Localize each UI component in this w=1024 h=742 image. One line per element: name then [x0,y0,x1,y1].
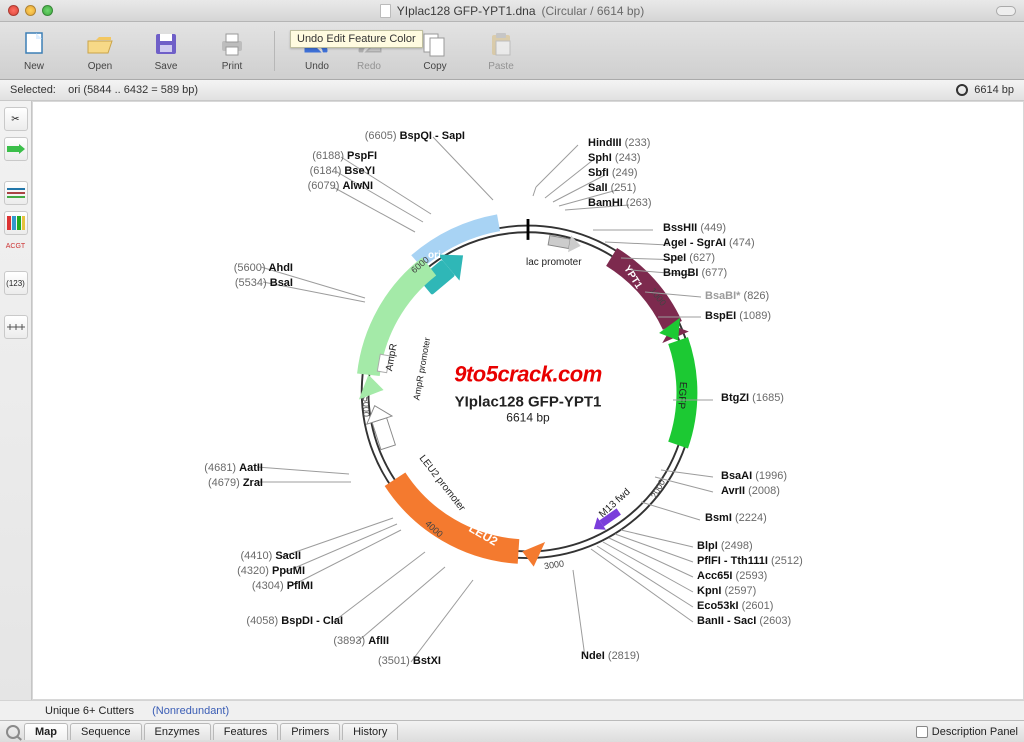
tool-numbering[interactable]: (123) [4,271,28,295]
open-button[interactable]: Open [76,29,124,72]
enzyme-label: PflFI - Tth111I (2512) [697,555,803,567]
enzyme-label: (4320) PpuMI [237,565,305,577]
enzyme-label: (4058) BspDI - ClaI [246,615,343,627]
enzyme-label: (5534) BsaI [235,277,293,289]
view-tabs: Map Sequence Enzymes Features Primers Hi… [24,723,398,740]
tab-map[interactable]: Map [24,723,68,740]
tick-3000: 3000 [543,558,564,571]
enzyme-label: (6079) AlwNI [308,180,373,192]
bottom-bar: Map Sequence Enzymes Features Primers Hi… [0,720,1024,742]
map-canvas[interactable]: 9to5crack.com YIplac128 GFP-YPT1 6614 bp… [32,101,1024,700]
enzyme-label: (6605) BspQI - SapI [365,130,465,142]
enzyme-label: BamHI (263) [588,197,652,209]
enzyme-label: BsaAI (1996) [721,470,787,482]
window-title-meta: (Circular / 6614 bp) [542,4,645,18]
enzyme-label: SpeI (627) [663,252,715,264]
enzyme-label: SphI (243) [588,152,641,164]
save-button[interactable]: Save [142,29,190,72]
overlay-watermark: 9to5crack.com [398,361,658,387]
enzyme-label: SbfI (249) [588,167,638,179]
enzyme-label: Eco53kI (2601) [697,600,773,612]
toolbar-divider [274,31,275,71]
document-icon [380,4,391,18]
new-button[interactable]: New [10,29,58,72]
enzyme-label: BsmI (2224) [705,512,767,524]
tick-5000: 5000 [361,396,371,416]
tool-acgt-label: ACGT [4,241,28,251]
enzyme-label: BmgBI (677) [663,267,727,279]
tool-arrow[interactable] [4,137,28,161]
plasmid-name-label: YIplac128 GFP-YPT1 [398,393,658,410]
description-panel-label: Description Panel [932,726,1018,738]
search-icon[interactable] [6,725,20,739]
tab-enzymes[interactable]: Enzymes [144,723,211,740]
tab-features[interactable]: Features [213,723,278,740]
window-title-file: YIplac128 GFP-YPT1.dna [397,4,536,18]
selection-label: Selected: [10,84,56,96]
enzyme-label: KpnI (2597) [697,585,756,597]
enzyme-label: AvrII (2008) [721,485,780,497]
enzyme-label: (4679) ZraI [208,477,263,489]
enzyme-label: BssHII (449) [663,222,726,234]
scissors-icon: ✂︎ [11,114,19,125]
titlebar: YIplac128 GFP-YPT1.dna (Circular / 6614 … [0,0,1024,22]
cutter-link[interactable]: (Nonredundant) [152,705,229,717]
toolbar-toggle-button[interactable] [996,6,1016,16]
enzyme-label: (6188) PspFI [312,150,377,162]
cutter-bar: Unique 6+ Cutters (Nonredundant) [0,700,1024,720]
enzyme-label: BsaBI* (826) [705,290,769,302]
left-tool-palette: ✂︎ ACGT (123) [0,101,32,700]
feature-egfp: EGFP [675,381,688,409]
tool-ruler[interactable] [4,315,28,339]
circular-icon [956,84,968,96]
cutter-label: Unique 6+ Cutters [45,705,134,717]
enzyme-label: (6184) BseYI [310,165,375,177]
tool-scissors[interactable]: ✂︎ [4,107,28,131]
enzyme-label: (5600) AhdI [234,262,293,274]
enzyme-label: BlpI (2498) [697,540,753,552]
tab-history[interactable]: History [342,723,398,740]
enzyme-label: NdeI (2819) [581,650,640,662]
enzyme-label: AgeI - SgrAI (474) [663,237,755,249]
feature-ori: ori [428,249,441,260]
paste-button[interactable]: Paste [477,29,525,72]
tool-layers[interactable] [4,181,28,205]
enzyme-label: (4681) AatII [204,462,263,474]
enzyme-label: SalI (251) [588,182,636,194]
print-button[interactable]: Print [208,29,256,72]
selection-bar: Selected: ori (5844 .. 6432 = 589 bp) 66… [0,80,1024,101]
total-length: 6614 bp [974,84,1014,96]
enzyme-label: BtgZI (1685) [721,392,784,404]
enzyme-label: HindIII (233) [588,137,650,149]
tab-primers[interactable]: Primers [280,723,340,740]
main-toolbar: New Open Save Print Undo Redo [0,22,1024,80]
plasmid-size-label: 6614 bp [398,410,658,424]
enzyme-label: BspEI (1089) [705,310,771,322]
enzyme-label: (4410) SacII [240,550,301,562]
enzyme-label: (4304) PflMI [252,580,313,592]
feature-lac-promoter: lac promoter [526,256,582,267]
enzyme-label: (3893) AflII [333,635,389,647]
undo-tooltip: Undo Edit Feature Color [290,30,423,48]
selection-text: ori (5844 .. 6432 = 589 bp) [68,84,198,96]
tool-colorbars[interactable] [4,211,28,235]
tab-sequence[interactable]: Sequence [70,723,142,740]
enzyme-label: Acc65I (2593) [697,570,767,582]
enzyme-label: (3501) BstXI [378,655,441,667]
description-panel-checkbox[interactable] [916,726,928,738]
enzyme-label: BanII - SacI (2603) [697,615,791,627]
